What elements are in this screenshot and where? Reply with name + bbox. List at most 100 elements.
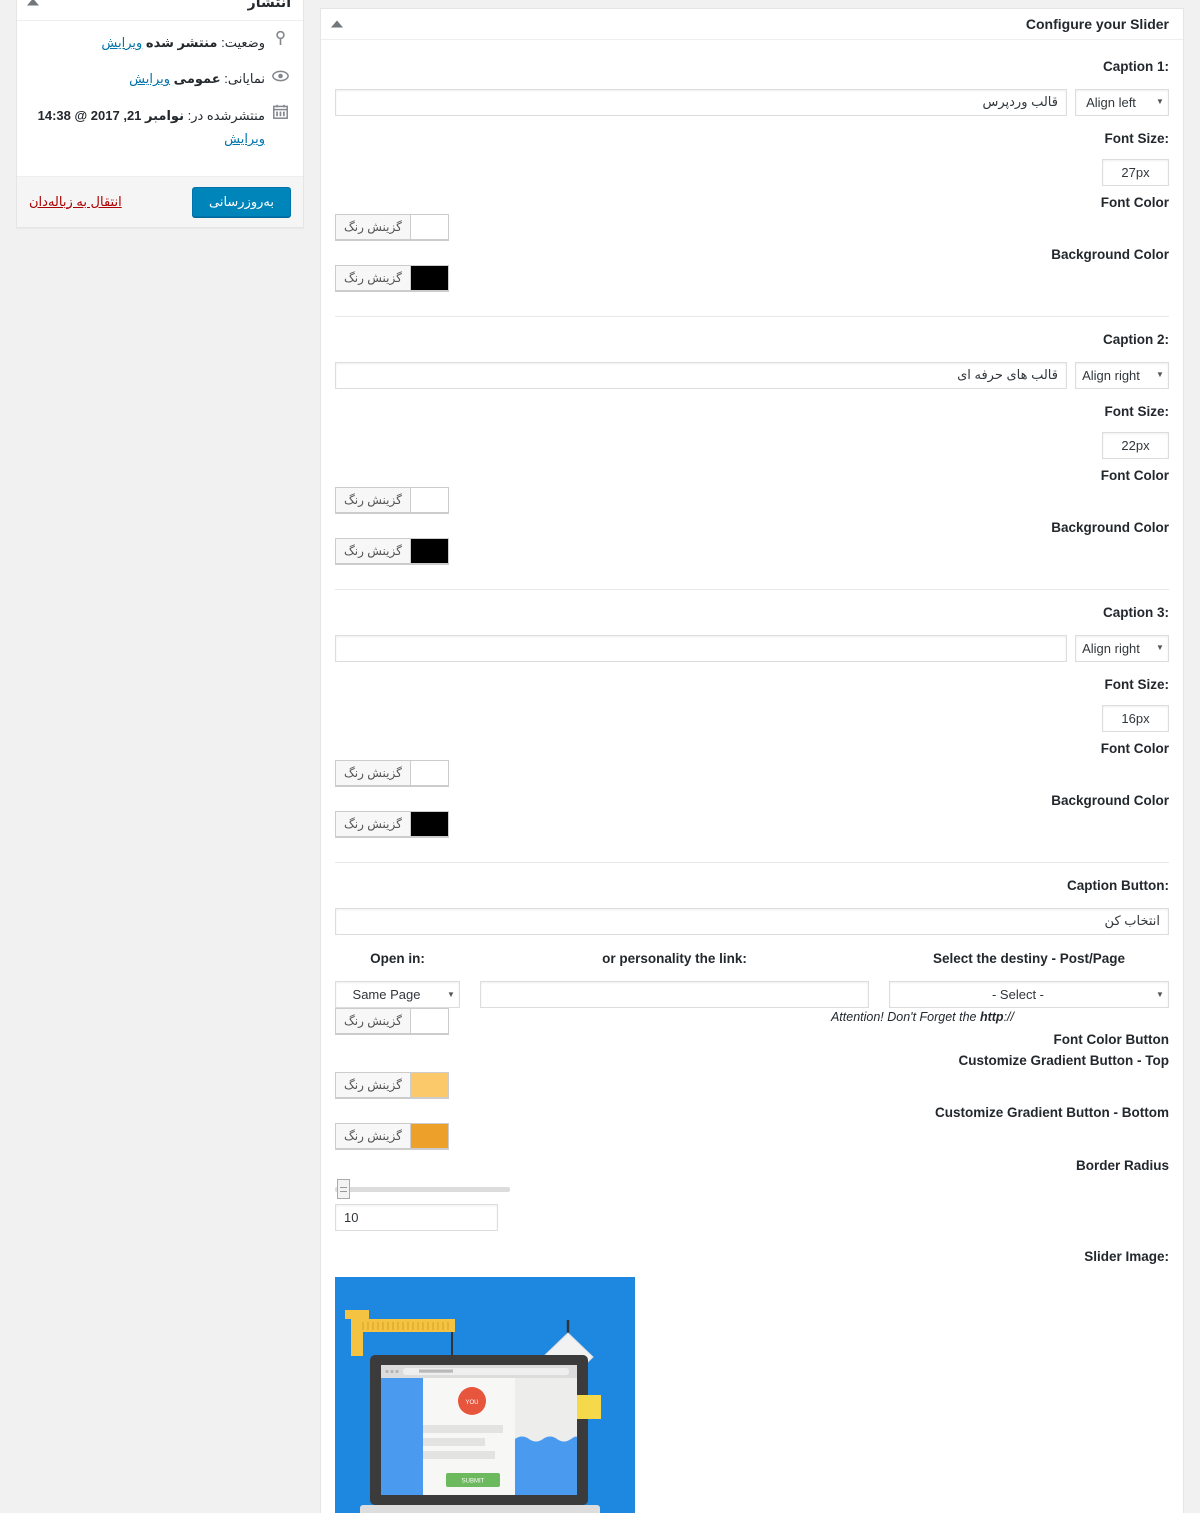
svg-text:SUBMIT: SUBMIT <box>462 1479 485 1485</box>
caption-2-font-size-input[interactable] <box>1102 432 1169 459</box>
caption-1-align-select[interactable]: ▼ Align left <box>1075 88 1169 116</box>
eye-icon <box>269 67 291 89</box>
gradient-bottom-color-picker[interactable]: گزینش رنگ <box>335 1123 449 1149</box>
publish-date-row: منتشرشده در: نوامبر 21, 2017 @ 14:38 ویر… <box>29 104 291 151</box>
slider-thumb[interactable] <box>337 1178 350 1199</box>
publish-date-text: منتشرشده در: نوامبر 21, 2017 @ 14:38 ویر… <box>29 104 269 151</box>
color-swatch[interactable] <box>410 811 449 837</box>
triangle-up-icon[interactable] <box>331 20 343 28</box>
publish-visibility-value: عمومی <box>173 71 221 87</box>
color-picker-button-label[interactable]: گزینش رنگ <box>335 265 411 291</box>
color-swatch[interactable] <box>410 486 449 513</box>
svg-text:YOU: YOU <box>465 1400 478 1406</box>
publish-visibility-row: نمایانی: عمومی ویرایش <box>29 67 291 90</box>
border-radius-slider[interactable] <box>335 1178 510 1199</box>
personality-link-input[interactable] <box>480 981 869 1008</box>
caption-3-bg-color-picker[interactable]: گزینش رنگ <box>335 811 449 837</box>
color-picker-button-label[interactable]: گزینش رنگ <box>335 538 411 564</box>
color-picker-button-label[interactable]: گزینش رنگ <box>335 1071 411 1098</box>
font-color-button-picker[interactable]: گزینش رنگ <box>335 1008 449 1034</box>
attention-note-bold: http <box>979 1010 1004 1024</box>
publish-date-edit-link[interactable]: ویرایش <box>224 131 265 146</box>
color-swatch[interactable] <box>410 265 449 291</box>
chevron-down-icon: ▼ <box>447 989 455 999</box>
publish-date-value: نوامبر 21, 2017 @ 14:38 <box>37 107 184 123</box>
caption-1-font-color-picker[interactable]: گزینش رنگ <box>335 213 449 240</box>
caption-button-label: :Caption Button <box>1067 878 1169 893</box>
slider-image-section: :Slider Image YOU SUBMIT <box>335 1231 1169 1513</box>
caption-3-font-color-picker[interactable]: گزینش رنگ <box>335 759 449 786</box>
update-button[interactable]: به‌روزرسانی <box>191 186 291 217</box>
publish-status-edit-link[interactable]: ویرایش <box>101 35 142 50</box>
gradient-bottom-label: Customize Gradient Button - Bottom <box>935 1104 1169 1120</box>
caption-2-align-select[interactable]: ▼ Align right <box>1075 361 1169 389</box>
caption-2-label: :Caption 2 <box>1102 332 1169 347</box>
caption-3-text-input[interactable] <box>335 634 1067 662</box>
calendar-icon <box>269 104 291 126</box>
publish-panel-title: انتشار <box>247 0 291 10</box>
destiny-label: Select the destiny - Post/Page <box>932 950 1126 966</box>
publish-status-row: وضعیت: منتشر شده ویرایش <box>29 30 291 54</box>
slider-track[interactable] <box>335 1186 510 1192</box>
color-swatch[interactable] <box>410 1123 449 1149</box>
chevron-down-icon: ▼ <box>1156 370 1164 379</box>
caption-1-font-color-label: Font Color <box>1100 195 1169 210</box>
color-swatch[interactable] <box>410 1008 449 1034</box>
caption-2-font-color-label: Font Color <box>1100 468 1169 483</box>
destiny-value: - Select - <box>991 987 1045 1002</box>
caption-button-section: :Caption Button Select the destiny - Pos… <box>335 863 1169 1231</box>
color-picker-button-label[interactable]: گزینش رنگ <box>335 759 411 786</box>
caption-2-align-value: Align right <box>1082 367 1140 383</box>
color-picker-button-label[interactable]: گزینش رنگ <box>335 811 411 837</box>
caption-2-font-color-picker[interactable]: گزینش رنگ <box>335 486 449 513</box>
color-picker-button-label[interactable]: گزینش رنگ <box>335 1123 411 1149</box>
color-swatch[interactable] <box>410 759 449 786</box>
destiny-select[interactable]: ▼ - Select - <box>889 981 1169 1008</box>
slider-config-panel: Configure your Slider :Caption 1 ▼ Align… <box>320 8 1184 1513</box>
publish-panel-body: وضعیت: منتشر شده ویرایش نمایانی: عمومی و… <box>17 21 303 176</box>
caption-1-section: :Caption 1 ▼ Align left :Font Size Font … <box>335 40 1169 317</box>
publish-visibility-label: نمایانی: <box>224 71 265 87</box>
caption-button-text-input[interactable] <box>335 907 1169 935</box>
caption-3-section: :Caption 3 ▼ Align right :Font Size Font… <box>335 590 1169 863</box>
caption-1-bg-color-label: Background Color <box>1051 246 1169 262</box>
caption-2-bg-color-label: Background Color <box>1051 519 1169 535</box>
slider-image-preview[interactable]: YOU SUBMIT <box>335 1277 635 1513</box>
chevron-down-icon: ▼ <box>1156 97 1164 106</box>
color-picker-button-label[interactable]: گزینش رنگ <box>335 1008 411 1034</box>
open-in-value: Same Page <box>352 987 421 1002</box>
caption-1-font-size-input[interactable] <box>1102 159 1169 186</box>
publish-visibility-text: نمایانی: عمومی ویرایش <box>29 67 269 90</box>
admin-page: انتشار وضعیت: منتشر شده ویرایش نمایانی: … <box>0 0 1200 1513</box>
caption-1-text-input[interactable] <box>335 88 1067 116</box>
publish-status-value: منتشر شده <box>145 35 218 50</box>
gradient-top-color-picker[interactable]: گزینش رنگ <box>335 1071 449 1098</box>
open-in-label: :Open in <box>370 950 425 966</box>
caption-3-font-size-input[interactable] <box>1102 705 1169 732</box>
color-picker-button-label[interactable]: گزینش رنگ <box>335 213 411 240</box>
color-picker-button-label[interactable]: گزینش رنگ <box>335 486 411 513</box>
color-swatch[interactable] <box>410 1071 449 1098</box>
border-radius-input[interactable] <box>335 1203 498 1231</box>
caption-2-bg-color-picker[interactable]: گزینش رنگ <box>335 538 449 564</box>
publish-visibility-edit-link[interactable]: ویرایش <box>129 71 170 86</box>
publish-status-label: وضعیت: <box>221 35 265 50</box>
publish-panel-footer: به‌روزرسانی انتقال به زباله‌دان <box>17 175 303 227</box>
caption-2-font-size-label: :Font Size <box>1104 403 1170 419</box>
move-to-trash-link[interactable]: انتقال به زباله‌دان <box>29 194 122 210</box>
font-color-button-label: Font Color Button <box>1053 1032 1169 1047</box>
caption-2-text-input[interactable] <box>335 361 1067 389</box>
publish-panel-header: انتشار <box>17 0 303 21</box>
color-swatch[interactable] <box>410 538 449 564</box>
caption-3-align-select[interactable]: ▼ Align right <box>1075 634 1169 662</box>
slider-config-header: Configure your Slider <box>321 9 1183 40</box>
pin-icon <box>269 30 291 53</box>
triangle-up-icon[interactable] <box>27 0 39 5</box>
gradient-top-label: Customize Gradient Button - Top <box>958 1053 1169 1068</box>
caption-1-bg-color-picker[interactable]: گزینش رنگ <box>335 265 449 291</box>
caption-1-align-value: Align left <box>1086 94 1136 110</box>
open-in-select[interactable]: ▼ Same Page <box>335 981 460 1008</box>
caption-3-font-size-label: :Font Size <box>1104 676 1170 692</box>
caption-3-bg-color-label: Background Color <box>1051 792 1169 808</box>
color-swatch[interactable] <box>410 213 449 240</box>
